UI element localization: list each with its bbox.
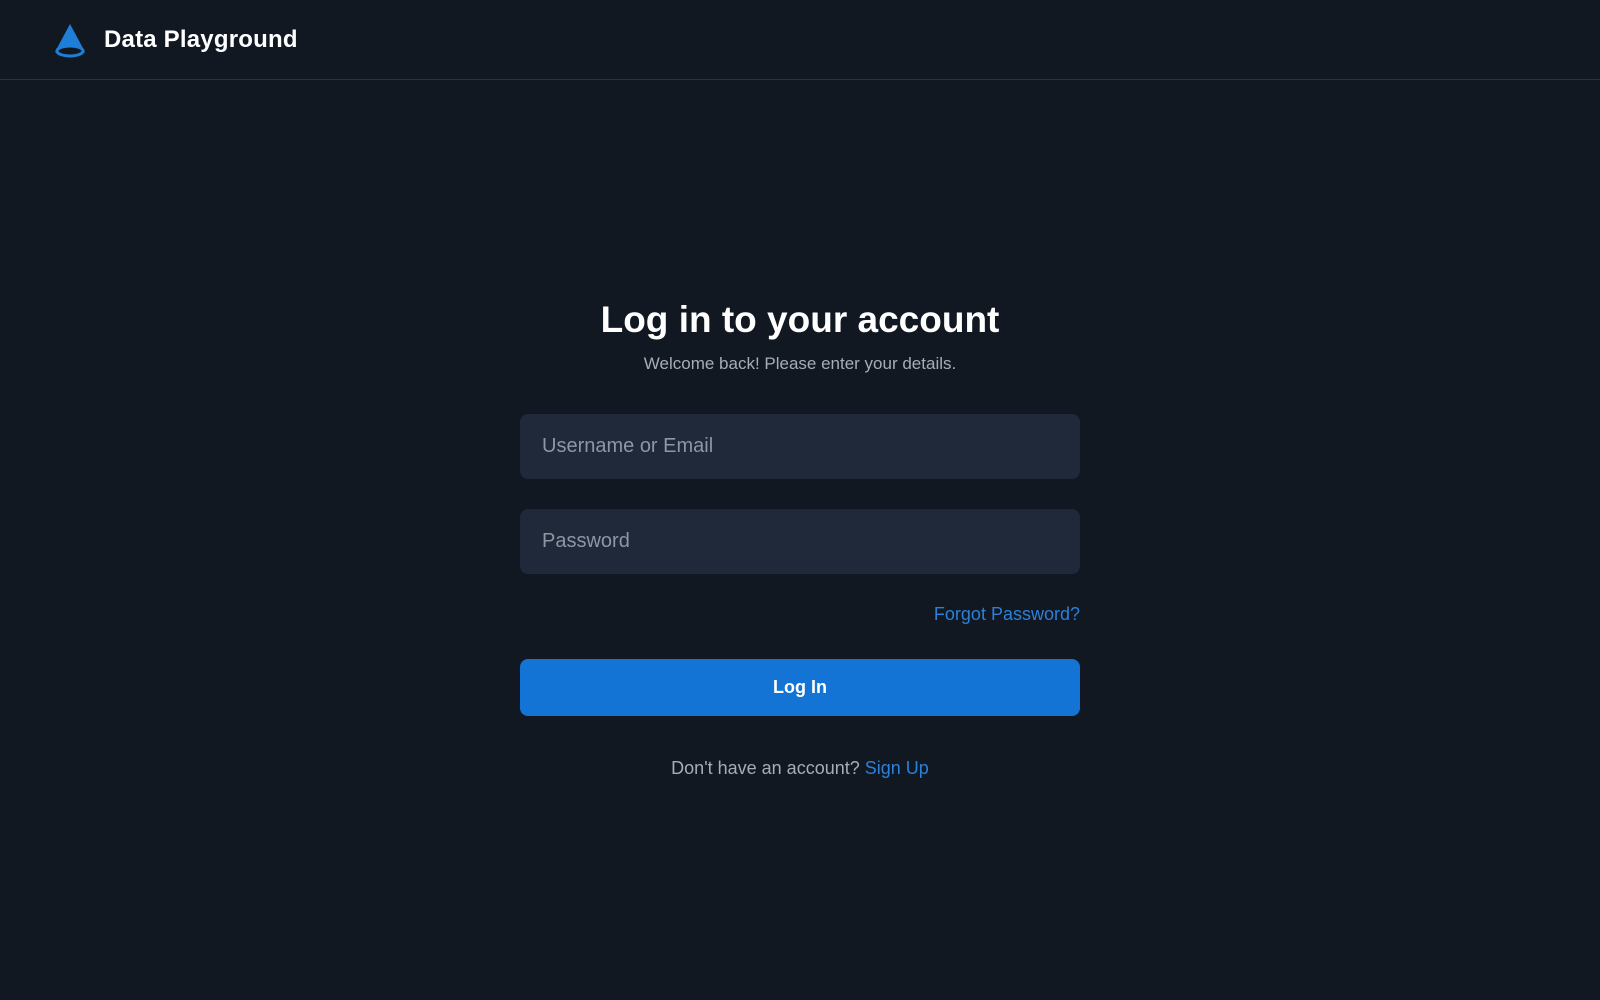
forgot-password-link[interactable]: Forgot Password? <box>934 604 1080 624</box>
top-bar: Data Playground <box>0 0 1600 80</box>
brand-name[interactable]: Data Playground <box>104 26 298 54</box>
signup-row: Don't have an account? Sign Up <box>520 758 1080 779</box>
login-form: Log in to your account Welcome back! Ple… <box>520 296 1080 779</box>
signup-prompt: Don't have an account? <box>671 758 860 778</box>
forgot-password-row: Forgot Password? <box>520 604 1080 628</box>
password-input[interactable] <box>520 509 1080 574</box>
signup-link[interactable]: Sign Up <box>865 758 929 778</box>
page-subtitle: Welcome back! Please enter your details. <box>643 354 957 373</box>
login-button[interactable]: Log In <box>520 659 1080 716</box>
cone-icon[interactable] <box>52 22 88 58</box>
page-title: Log in to your account <box>600 299 1000 340</box>
username-email-input[interactable] <box>520 414 1080 479</box>
